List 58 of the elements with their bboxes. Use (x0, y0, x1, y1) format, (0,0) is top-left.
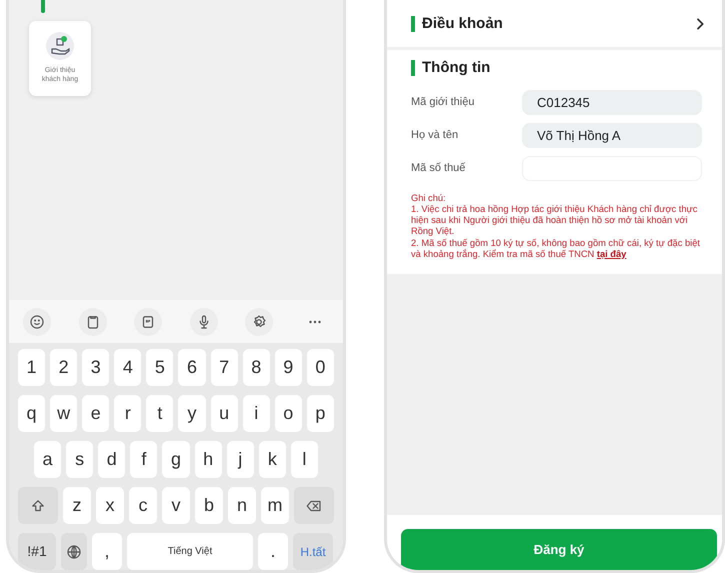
keyboard-key[interactable]: c (129, 487, 157, 524)
globe-icon (65, 542, 83, 560)
settings-icon[interactable] (245, 308, 274, 336)
keyboard-key[interactable]: o (274, 395, 302, 432)
keyboard-key[interactable]: m (261, 487, 289, 524)
language-key[interactable] (61, 533, 87, 570)
keyboard-key[interactable]: g (162, 441, 190, 478)
keyboard-key[interactable]: 9 (274, 349, 302, 386)
keyboard-key[interactable]: k (258, 441, 286, 478)
emoji-icon[interactable] (23, 308, 51, 336)
field-label: Họ và tên (411, 128, 460, 144)
keyboard-key[interactable]: 3 (82, 349, 110, 386)
keyboard-key[interactable]: a (34, 441, 62, 478)
keyboard-key[interactable]: f (130, 441, 158, 478)
keyboard-key[interactable]: y (178, 395, 206, 432)
keyboard-key[interactable]: r (114, 395, 142, 432)
keyboard-key[interactable]: e (82, 395, 110, 432)
keyboard-key[interactable]: l (290, 441, 318, 478)
field-label: Mã giới thiệu (411, 95, 476, 110)
field-label: Mã số thuế (411, 161, 466, 176)
keyboard-key[interactable]: 0 (306, 349, 334, 386)
section-title: Thông tin (411, 60, 702, 76)
keyboard-key[interactable]: u (210, 395, 238, 432)
keyboard-key[interactable]: 1 (18, 349, 46, 386)
keyboard-key[interactable]: x (96, 487, 124, 524)
space-key[interactable]: Tiếng Việt (127, 533, 253, 570)
backspace-key[interactable] (294, 487, 334, 524)
keyboard-key[interactable]: z (63, 487, 91, 524)
keyboard-key[interactable]: 2 (50, 349, 78, 386)
symbols-key[interactable]: !#1 (18, 533, 56, 570)
link[interactable]: tại đây (596, 248, 626, 259)
section-title: Điều khoản (411, 16, 503, 32)
keyboard-key[interactable]: , (92, 533, 122, 570)
keyboard-key[interactable]: 7 (210, 349, 238, 386)
keyboard-key[interactable]: s (66, 441, 94, 478)
keyboard-key[interactable]: 6 (178, 349, 206, 386)
clipboard-icon[interactable] (78, 308, 107, 336)
keyboard-key[interactable]: q (18, 395, 46, 432)
note-text: Ghi chú: 1. Việc chi trả hoa hồng Hợp tác giới thiệu Khách hàng chỉ được thực hiện sau khi Người giới thiệu đã hoàn thiện hồ sơ mở tài khoản với Rồng Việt. 2. Mã số thuế gồm 10 ký tự số, không bao gồm chữ cái, ký tự đặc biệt và khoảng trắng. Kiểm tra mã số thuế TNCN tại đây (411, 193, 701, 260)
shift-key[interactable] (18, 487, 58, 524)
keyboard-key[interactable]: . (258, 533, 288, 570)
keyboard-key[interactable]: w (50, 395, 78, 432)
hand-coins-icon (45, 31, 75, 61)
section-marker (41, 0, 45, 13)
keyboard-key[interactable]: 5 (146, 349, 174, 386)
keyboard-mode-icon[interactable] (134, 308, 162, 336)
keyboard-key[interactable]: t (146, 395, 174, 432)
keyboard-key[interactable]: i (242, 395, 270, 432)
keyboard-key[interactable]: 4 (114, 349, 142, 386)
keyboard-key[interactable]: h (194, 441, 222, 478)
keyboard-key[interactable]: v (162, 487, 190, 524)
keyboard-key[interactable]: b (195, 487, 223, 524)
keyboard-key[interactable]: p (306, 395, 334, 432)
keyboard-key[interactable]: n (228, 487, 256, 524)
keyboard-key[interactable]: 8 (242, 349, 270, 386)
microphone-icon[interactable] (190, 308, 218, 336)
keyboard-key[interactable]: j (226, 441, 254, 478)
keyboard-key[interactable]: d (98, 441, 126, 478)
